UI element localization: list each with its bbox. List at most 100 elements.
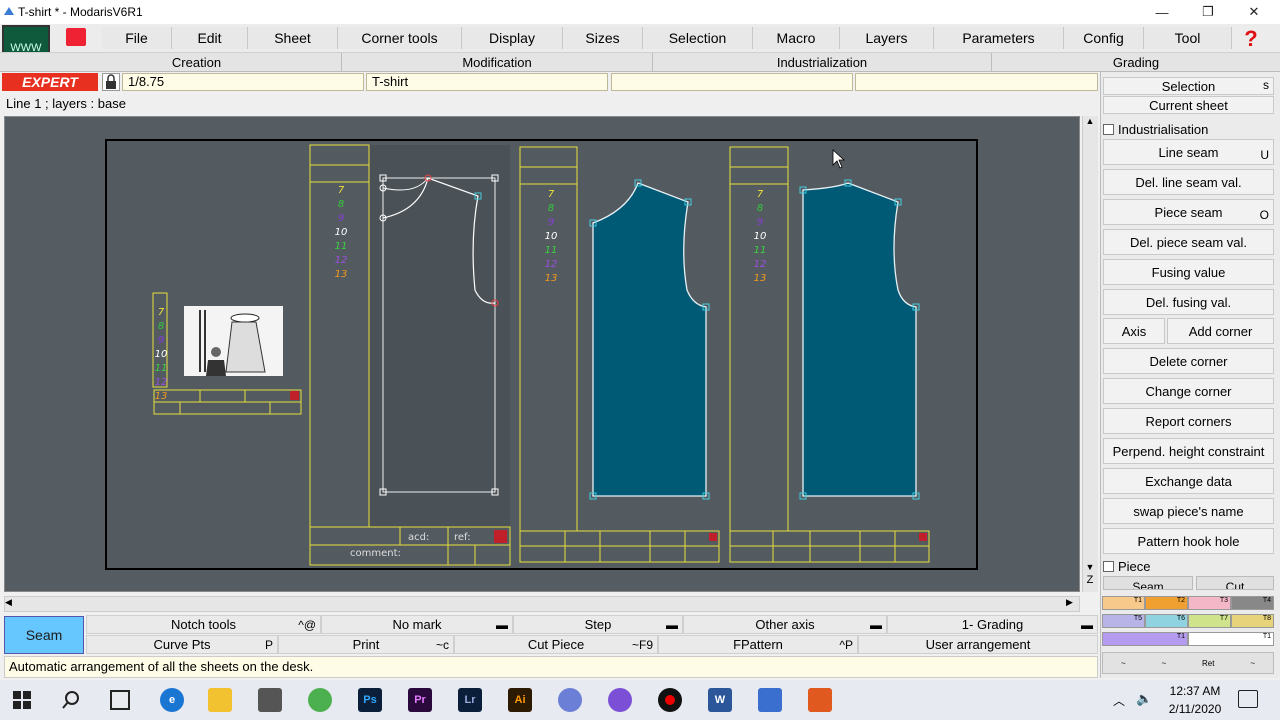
add-corner-button[interactable]: Add corner — [1167, 318, 1274, 344]
horizontal-scrollbar[interactable] — [4, 596, 1080, 612]
palette-swatch[interactable]: T6 — [1145, 614, 1188, 628]
toolbar-label: 1- Grading — [961, 617, 1024, 632]
tray-chevron-icon[interactable]: ︿ — [1113, 692, 1125, 709]
sidebar-btn-del-line-seam-val[interactable]: Del. line seam val. — [1103, 169, 1274, 195]
sidebar-btn-del-piece-seam-val[interactable]: Del. piece seam val. — [1103, 229, 1274, 255]
size-label: 13 — [545, 273, 558, 284]
sidebar-btn-swap-piece-s-name[interactable]: swap piece's name — [1103, 498, 1274, 524]
toolbar-notch-tools[interactable]: Notch tools ^@ — [86, 615, 321, 634]
toolbar-step[interactable]: Step ▬ — [513, 615, 683, 634]
sidebar-btn-piece-seam[interactable]: Piece seam O — [1103, 199, 1274, 225]
toolbar-shortcut: ^P — [839, 637, 853, 652]
palette-swatch[interactable]: T1 — [1102, 596, 1145, 610]
industrialisation-check-icon[interactable] — [1103, 123, 1114, 135]
premiere-icon[interactable]: Pr — [408, 688, 432, 712]
vertical-scrollbar[interactable] — [1082, 116, 1098, 592]
palette-swatch[interactable]: T5 — [1102, 614, 1145, 628]
size-label: 13 — [754, 273, 767, 284]
palette-swatch[interactable]: T7 — [1188, 614, 1231, 628]
sidebar-btn-fusing-value[interactable]: Fusing value — [1103, 259, 1274, 285]
windows-start-icon[interactable] — [12, 690, 32, 710]
file-explorer-icon[interactable] — [208, 688, 232, 712]
sidebar-btn-line-seam[interactable]: Line seam U — [1103, 139, 1274, 165]
scroll-left-icon[interactable]: ◀ — [5, 597, 17, 611]
recorder-icon[interactable] — [658, 688, 682, 712]
clock-date[interactable]: 2/11/2020 — [1158, 702, 1232, 716]
palette-swatch[interactable]: T4 — [1231, 596, 1274, 610]
edge-icon[interactable]: e — [160, 688, 184, 712]
palette-nav-ret[interactable]: Ret — [1202, 659, 1214, 668]
comment-label: comment: — [350, 548, 401, 559]
toolbar-label: Cut Piece — [527, 637, 585, 652]
sidebar-btn-report-corners[interactable]: Report corners — [1103, 408, 1274, 434]
chrome-icon[interactable] — [308, 688, 332, 712]
toolbar-print[interactable]: Print ~c — [278, 635, 454, 654]
clock-time[interactable]: 12:37 AM — [1158, 684, 1232, 698]
store-icon[interactable] — [258, 688, 282, 712]
sidebar-btn-delete-corner[interactable]: Delete corner — [1103, 348, 1274, 374]
selection-button[interactable]: Selection s — [1103, 77, 1274, 95]
palette-swatch[interactable]: T2 — [1145, 596, 1188, 610]
palette-swatch[interactable]: T8 — [1231, 614, 1274, 628]
sidebar-btn-del-fusing-val[interactable]: Del. fusing val. — [1103, 289, 1274, 315]
illustrator-icon[interactable]: Ai — [508, 688, 532, 712]
scroll-up-icon[interactable]: ▲ — [1083, 116, 1097, 130]
size-label: 8 — [158, 321, 164, 332]
piece-checkbox[interactable]: Piece — [1103, 557, 1151, 575]
word-icon[interactable]: W — [708, 688, 732, 712]
toolbar-no-mark[interactable]: No mark ▬ — [321, 615, 513, 634]
lightroom-icon[interactable]: Lr — [458, 688, 482, 712]
toolbar-shortcut: ~F9 — [631, 637, 653, 652]
palette-nav-2[interactable]: ~ — [1161, 659, 1166, 668]
seam-tab[interactable]: Seam — [1103, 576, 1193, 590]
notification-icon[interactable] — [1238, 690, 1258, 708]
sidebar-btn-perpend-height-constraint[interactable]: Perpend. height constraint — [1103, 438, 1274, 464]
palette-swatch[interactable]: T3 — [1188, 596, 1231, 610]
palette-swatch[interactable]: T1 — [1102, 632, 1188, 646]
cut-tab[interactable]: Cut — [1196, 576, 1274, 590]
pattern-canvas[interactable]: 7 8 9 10 11 12 13 7 8 9 10 11 12 13 7 8 9 10 11 12 13 7 8 9 10 11… — [0, 0, 1100, 600]
size-label: 11 — [155, 363, 168, 374]
toolbar-shortcut: ▬ — [1081, 617, 1093, 632]
audio-app-icon[interactable] — [808, 688, 832, 712]
ref-label: ref: — [454, 532, 471, 543]
toolbar-other-axis[interactable]: Other axis ▬ — [683, 615, 887, 634]
size-label: 10 — [545, 231, 558, 242]
toolbar-1-grading[interactable]: 1- Grading ▬ — [887, 615, 1098, 634]
toolbar-shortcut: ▬ — [496, 617, 508, 632]
axis-button[interactable]: Axis — [1103, 318, 1165, 344]
task-view-icon[interactable] — [110, 690, 130, 710]
seam-mode-button[interactable]: Seam — [4, 616, 84, 654]
size-label: 9 — [757, 217, 763, 228]
volume-icon[interactable]: 🔈 — [1136, 691, 1152, 707]
menu-tool[interactable]: Tool — [1144, 27, 1232, 49]
zoom-z-button[interactable]: Z — [1083, 574, 1097, 590]
sidebar-btn-change-corner[interactable]: Change corner — [1103, 378, 1274, 404]
close-button[interactable]: ✕ — [1231, 0, 1277, 24]
toolbar-cut-piece[interactable]: Cut Piece ~F9 — [454, 635, 658, 654]
search-icon[interactable] — [60, 689, 82, 711]
picture-sheet[interactable] — [152, 292, 302, 415]
size-label: 9 — [548, 217, 554, 228]
palette-nav-4[interactable]: ~ — [1250, 659, 1255, 668]
palette-nav-1[interactable]: ~ — [1121, 659, 1126, 668]
sidebar-btn-pattern-hook-hole[interactable]: Pattern hook hole — [1103, 528, 1274, 554]
piece-check-icon[interactable] — [1103, 560, 1114, 572]
toolbar-user-arrangement[interactable]: User arrangement — [858, 635, 1098, 654]
toolbar-curve-pts[interactable]: Curve Pts P — [86, 635, 278, 654]
photoshop-icon[interactable]: Ps — [358, 688, 382, 712]
minimize-button[interactable]: — — [1139, 0, 1185, 24]
toolbar-fpattern[interactable]: FPattern ^P — [658, 635, 858, 654]
industrialisation-checkbox[interactable]: Industrialisation — [1103, 120, 1208, 138]
app-swirl-icon[interactable] — [558, 688, 582, 712]
viber-icon[interactable] — [608, 688, 632, 712]
current-sheet-button[interactable]: Current sheet — [1103, 96, 1274, 114]
maximize-button[interactable]: ❐ — [1185, 0, 1231, 24]
help-icon[interactable]: ? — [1232, 26, 1270, 51]
scroll-right-icon[interactable]: ▶ — [1066, 597, 1078, 611]
palette-nav[interactable]: ~ ~ Ret ~ — [1102, 652, 1274, 674]
palette-swatch[interactable]: T1 — [1188, 632, 1274, 646]
size-label: 10 — [335, 227, 348, 238]
modaris-icon[interactable] — [758, 688, 782, 712]
sidebar-btn-exchange-data[interactable]: Exchange data — [1103, 468, 1274, 494]
